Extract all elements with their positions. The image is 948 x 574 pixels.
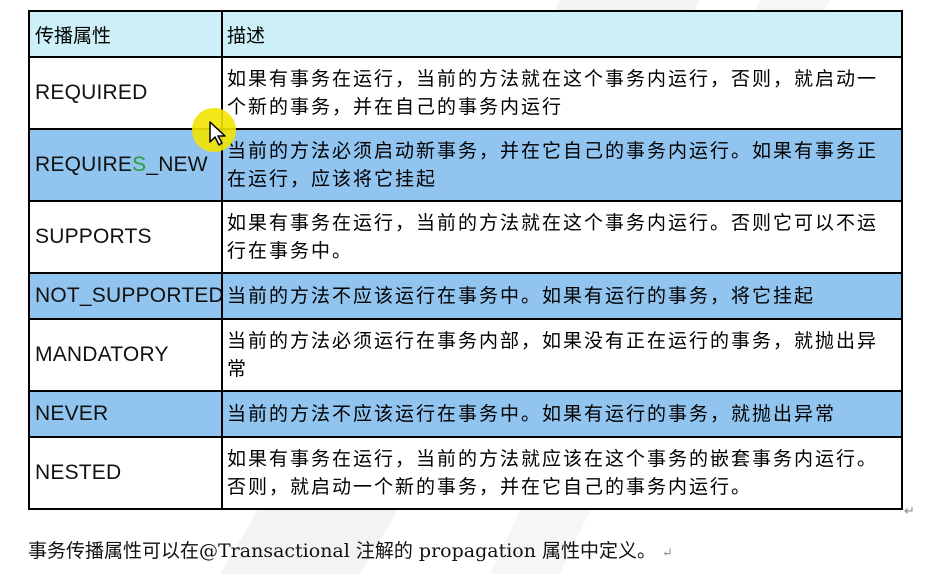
table-header-row: 传播属性 描述 [28,10,903,58]
description-supports: 如果有事务在运行，当前的方法就在这个事务内运行。否则它可以不运行在事务中。 [221,200,903,274]
table-row: NOT_SUPPORTED 当前的方法不应该运行在事务中。如果有运行的事务，将它… [28,272,903,320]
attribute-never: NEVER [28,390,223,438]
attribute-nested: NESTED [28,436,223,510]
arrow-cursor-icon [192,108,236,152]
description-not-supported: 当前的方法不应该运行在事务中。如果有运行的事务，将它挂起 [221,272,903,320]
header-cell-description: 描述 [221,10,903,58]
header-cell-attribute: 传播属性 [28,10,223,58]
propagation-table: 传播属性 描述 REQUIRED 如果有事务在运行，当前的方法就在这个事务内运行… [28,10,903,510]
table-row: REQUIRED 如果有事务在运行，当前的方法就在这个事务内运行，否则，就启动一… [28,56,903,130]
description-requires-new: 当前的方法必须启动新事务，并在它自己的事务内运行。如果有事务正在运行，应该将它挂… [221,128,903,202]
table-row: MANDATORY 当前的方法必须运行在事务内部，如果没有正在运行的事务，就抛出… [28,318,903,392]
description-required: 如果有事务在运行，当前的方法就在这个事务内运行，否则，就启动一个新的事务，并在自… [221,56,903,130]
table-row: NESTED 如果有事务在运行，当前的方法就应该在这个事务的嵌套事务内运行。否则… [28,436,903,510]
attribute-not-supported: NOT_SUPPORTED [28,272,223,320]
paragraph-mark-icon: ↵ [904,504,915,519]
footer-note: 事务传播属性可以在@Transactional 注解的 propagation … [28,536,673,563]
table-row: SUPPORTS 如果有事务在运行，当前的方法就在这个事务内运行。否则它可以不运… [28,200,903,274]
description-never: 当前的方法不应该运行在事务中。如果有运行的事务，就抛出异常 [221,390,903,438]
table-row: REQUIRES_NEW 当前的方法必须启动新事务，并在它自己的事务内运行。如果… [28,128,903,202]
attribute-mandatory: MANDATORY [28,318,223,392]
description-nested: 如果有事务在运行，当前的方法就应该在这个事务的嵌套事务内运行。否则，就启动一个新… [221,436,903,510]
footer-text: 事务传播属性可以在@Transactional 注解的 propagation … [28,540,657,562]
paragraph-mark-icon: ↵ [662,546,673,561]
description-mandatory: 当前的方法必须运行在事务内部，如果没有正在运行的事务，就抛出异常 [221,318,903,392]
table-row: NEVER 当前的方法不应该运行在事务中。如果有运行的事务，就抛出异常 [28,390,903,438]
attribute-supports: SUPPORTS [28,200,223,274]
